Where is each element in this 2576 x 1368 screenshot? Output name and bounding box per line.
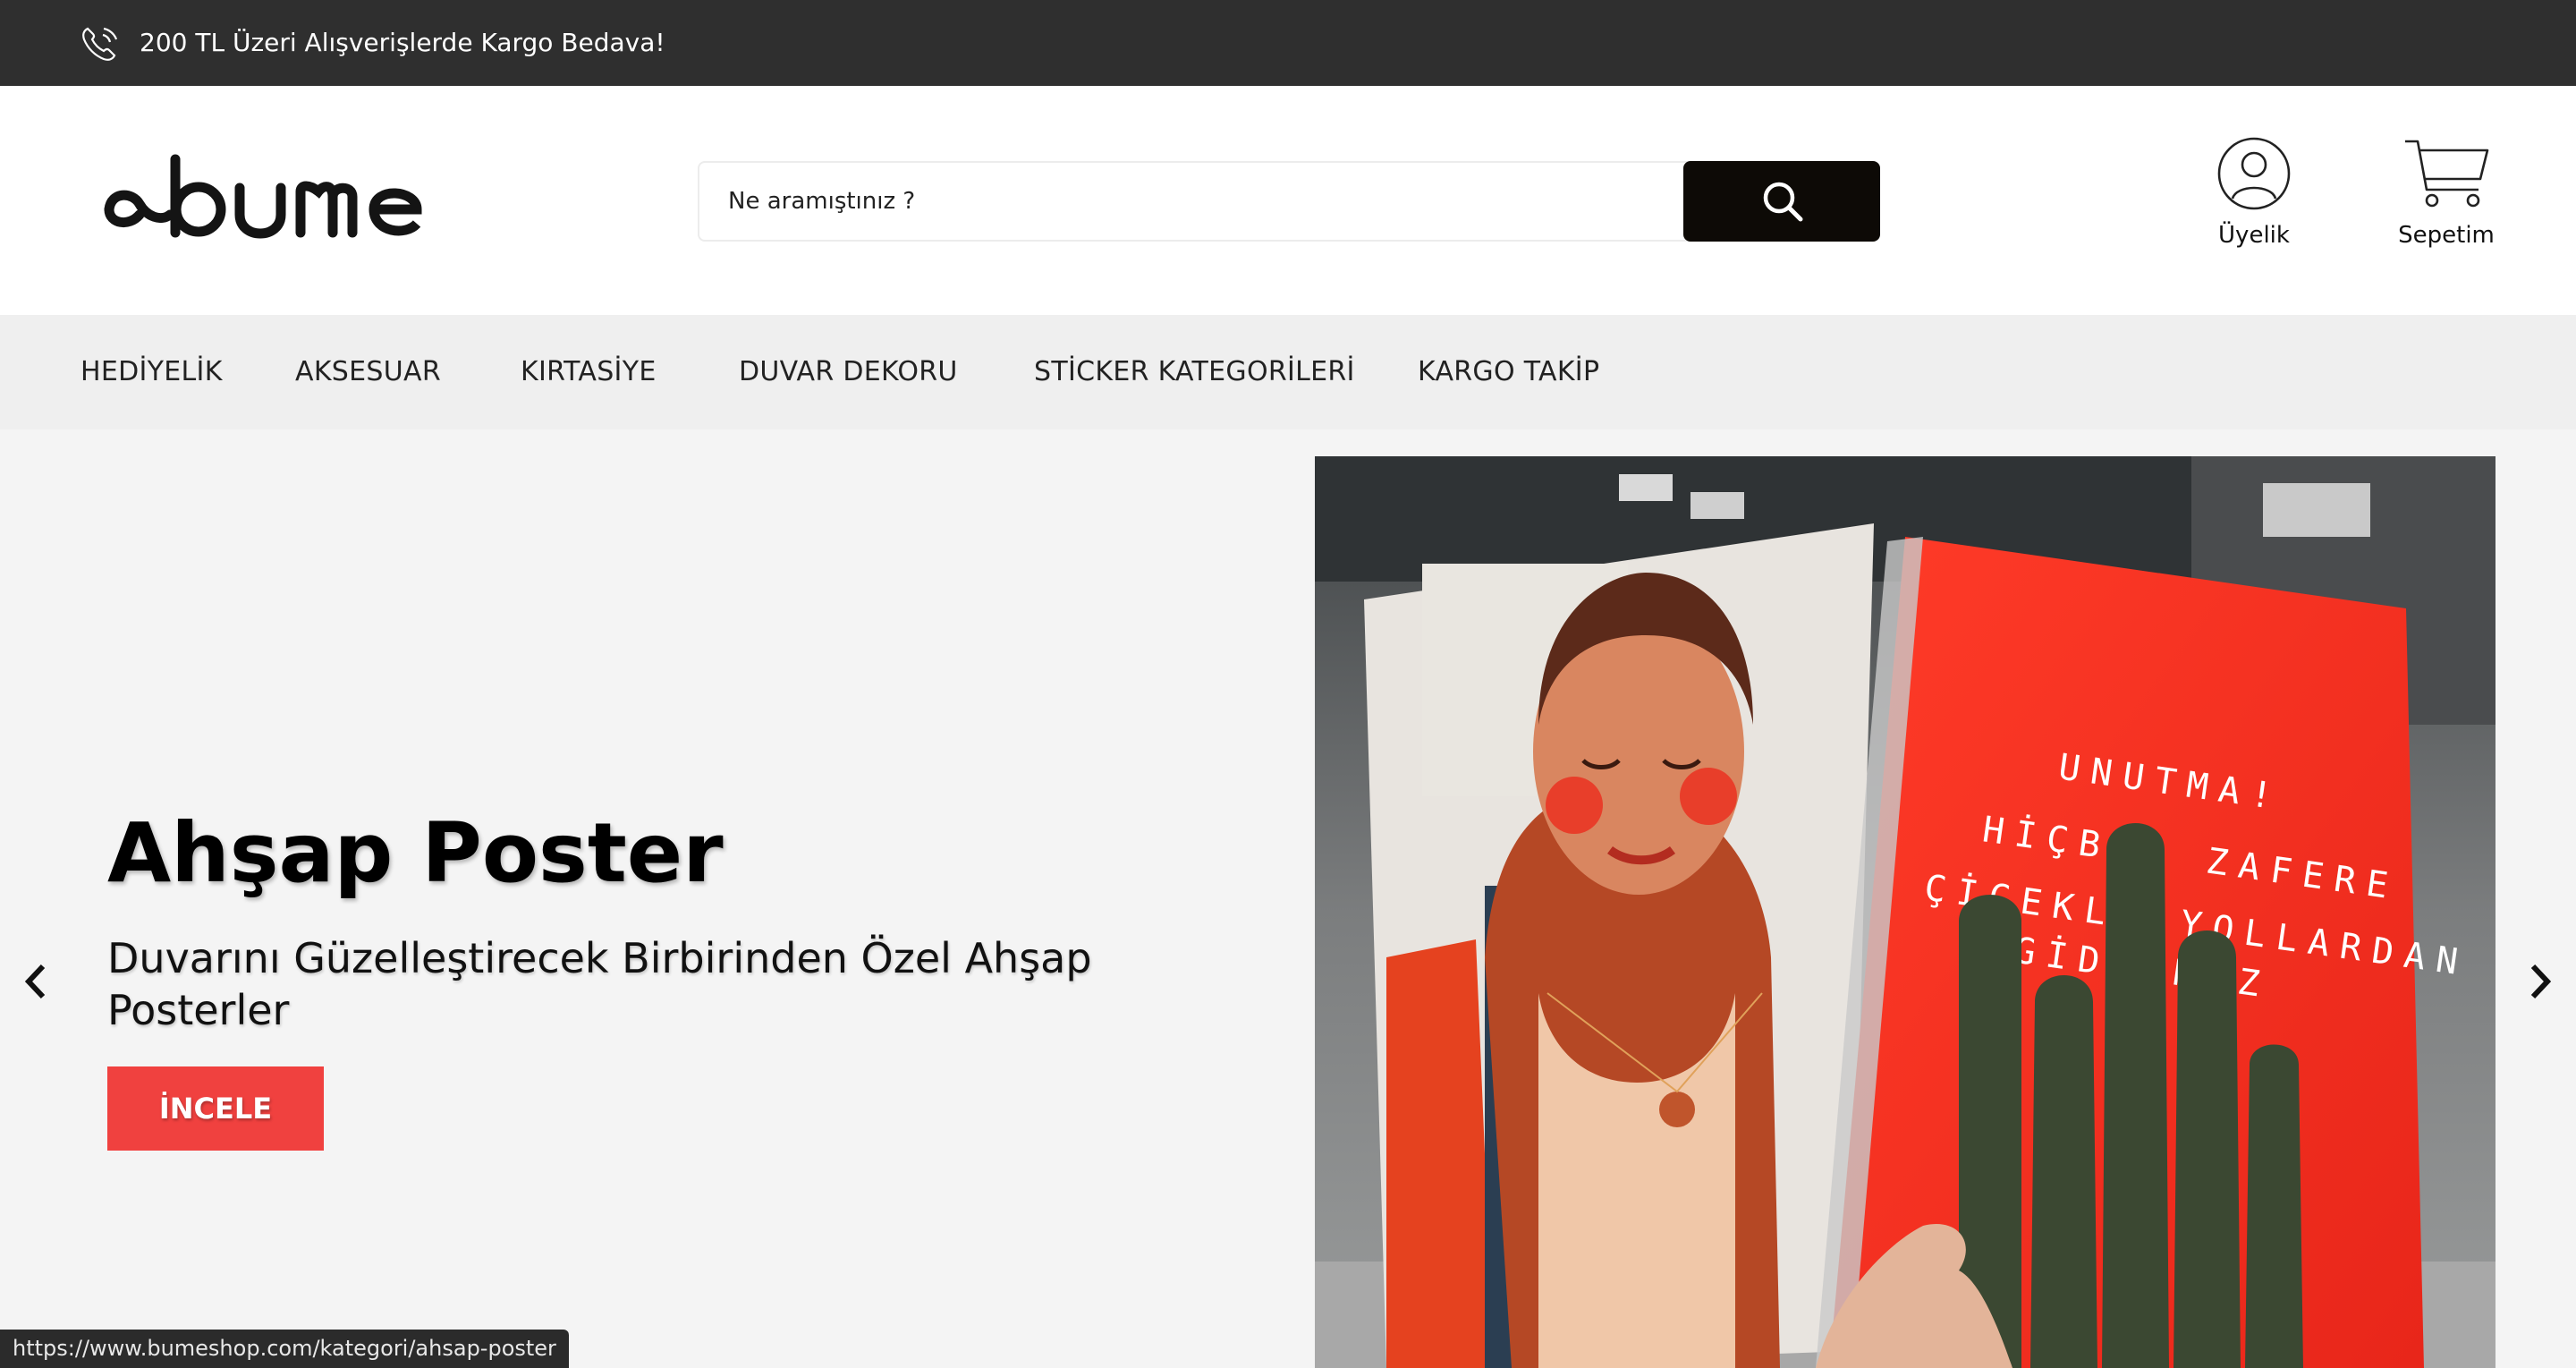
search-icon	[1763, 182, 1803, 222]
phone-icon	[82, 27, 118, 61]
account-label: Üyelik	[2218, 222, 2290, 249]
search-bar	[698, 161, 1880, 242]
search-button[interactable]	[1683, 161, 1880, 242]
cart-label: Sepetim	[2398, 222, 2495, 249]
nav-item-duvar-dekoru[interactable]: DUVAR DEKORU	[739, 356, 958, 387]
promo-bar: 200 TL Üzeri Alışverişlerde Kargo Bedava…	[0, 0, 2576, 86]
nav-item-sticker-kategorileri[interactable]: STİCKER KATEGORİLERİ	[1034, 356, 1355, 387]
nav-item-aksesuar[interactable]: AKSESUAR	[295, 356, 441, 387]
account-link[interactable]: Üyelik	[2200, 136, 2308, 249]
cart-icon	[2405, 140, 2489, 208]
nav-item-hediyelik[interactable]: HEDİYELİK	[80, 356, 223, 387]
bume-logo[interactable]	[98, 150, 429, 249]
cart-link[interactable]: Sepetim	[2379, 136, 2513, 249]
poster-photo: UNUTMA! HİÇBİR ZAFERE ÇİÇEKLİ YOLLARDAN …	[1315, 456, 2496, 1368]
slider-prev-arrow[interactable]	[18, 959, 54, 1004]
link-preview-url: https://www.bumeshop.com/kategori/ahsap-…	[0, 1330, 569, 1368]
hero-slider: Ahşap Poster Duvarını Güzelleştirecek Bi…	[0, 429, 2576, 1368]
hero-title: Ahşap Poster	[107, 805, 724, 901]
incele-button[interactable]: İNCELE	[107, 1066, 324, 1151]
hero-subtitle: Duvarını Güzelleştirecek Birbirinden Öze…	[107, 934, 1092, 1034]
user-icon	[2217, 137, 2291, 210]
slider-next-arrow[interactable]	[2522, 959, 2558, 1004]
nav-item-kirtasiye[interactable]: KIRTASİYE	[521, 356, 657, 387]
category-nav: HEDİYELİK AKSESUAR KIRTASİYE DUVAR DEKOR…	[0, 315, 2576, 429]
site-header: Üyelik Sepetim	[0, 86, 2576, 315]
hero-image-wooden-posters[interactable]: UNUTMA! HİÇBİR ZAFERE ÇİÇEKLİ YOLLARDAN …	[1315, 456, 2496, 1368]
free-shipping-text: 200 TL Üzeri Alışverişlerde Kargo Bedava…	[140, 28, 665, 57]
search-input[interactable]	[721, 163, 1651, 240]
nav-item-kargo-takip[interactable]: KARGO TAKİP	[1418, 356, 1599, 387]
